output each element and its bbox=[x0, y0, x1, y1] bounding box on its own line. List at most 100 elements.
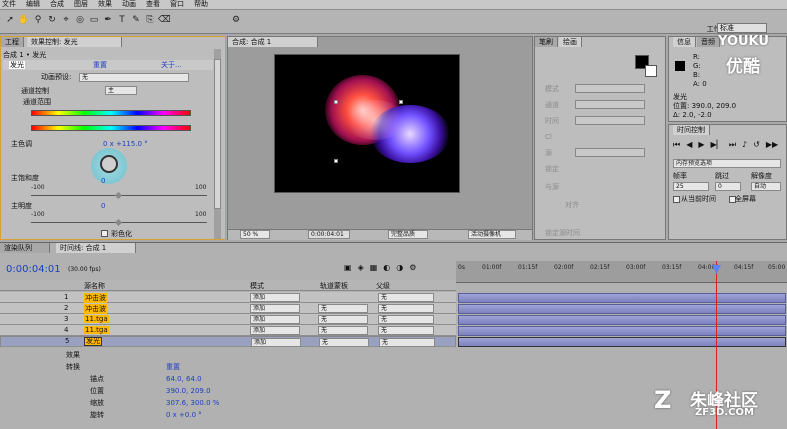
eraser-tool-icon[interactable]: ⌫ bbox=[158, 14, 171, 26]
background-color-swatch[interactable] bbox=[645, 65, 657, 77]
frame-blend-icon[interactable]: ◐ bbox=[383, 263, 390, 272]
prop-scale-value[interactable]: 307.6, 300.0 % bbox=[166, 399, 219, 407]
paint-duration-select[interactable] bbox=[575, 116, 645, 125]
last-frame-icon[interactable]: ⏭ bbox=[729, 140, 736, 150]
bounds-handle-tc[interactable] bbox=[399, 100, 403, 104]
layer-row[interactable]: 4 11.tga 添加 无 无 bbox=[0, 325, 456, 336]
layer-name[interactable]: 11.tga bbox=[84, 326, 109, 334]
camera-tool-icon[interactable]: ⌖ bbox=[60, 14, 72, 26]
motion-blur-icon[interactable]: ◑ bbox=[396, 263, 403, 272]
lightness-value[interactable]: 0 bbox=[101, 202, 105, 210]
rotate-tool-icon[interactable]: ↻ bbox=[46, 14, 58, 26]
prop-rotation-value[interactable]: 0 x +0.0 ° bbox=[166, 411, 202, 419]
pan-behind-tool-icon[interactable]: ◎ bbox=[74, 14, 86, 26]
menu-window[interactable]: 窗口 bbox=[170, 0, 184, 9]
prop-transform[interactable]: 转换 bbox=[66, 363, 80, 371]
layer-parent-select[interactable]: 无 bbox=[378, 304, 434, 313]
ram-preview-icon[interactable]: ▶▶ bbox=[766, 140, 778, 150]
layer-row[interactable]: 3 11.tga 添加 无 无 bbox=[0, 314, 456, 325]
tab-time-control[interactable]: 时间控制 bbox=[673, 125, 710, 135]
ram-preview-select[interactable]: 内存预览选项 bbox=[673, 159, 781, 168]
layer-mode-select[interactable]: 添加 bbox=[250, 315, 300, 324]
zoom-select[interactable]: 50 % bbox=[240, 230, 270, 239]
prop-anchor-value[interactable]: 64.0, 64.0 bbox=[166, 375, 202, 383]
pen-tool-icon[interactable]: ✒ bbox=[102, 14, 114, 26]
selection-tool-icon[interactable]: ➚ bbox=[4, 14, 16, 26]
effect-name[interactable]: 发光 bbox=[9, 61, 25, 69]
resolution-select[interactable]: 自动 bbox=[751, 182, 781, 191]
bounds-handle-tl[interactable] bbox=[334, 100, 338, 104]
menu-composition[interactable]: 合成 bbox=[50, 0, 64, 9]
about-link[interactable]: 关于... bbox=[161, 61, 182, 69]
layer-parent-select[interactable]: 无 bbox=[378, 326, 434, 335]
layer-bar-selected[interactable] bbox=[458, 337, 786, 347]
layer-name[interactable]: 冲击波 bbox=[84, 304, 107, 314]
tab-composition[interactable]: 合成: 合成 1 bbox=[228, 37, 318, 47]
tab-paint[interactable]: 绘画 bbox=[559, 37, 582, 47]
layer-row[interactable]: 2 冲击波 添加 无 无 bbox=[0, 303, 456, 314]
layer-parent-select[interactable]: 无 bbox=[379, 338, 435, 347]
layer-mode-select[interactable]: 添加 bbox=[251, 338, 301, 347]
reset-link[interactable]: 重置 bbox=[93, 61, 107, 69]
paint-mode-select[interactable] bbox=[575, 84, 645, 93]
tab-effects-control[interactable]: 效果控制: 发光 bbox=[27, 37, 122, 47]
skip-select[interactable]: 0 bbox=[715, 182, 741, 191]
prev-frame-icon[interactable]: ◀ bbox=[686, 140, 692, 150]
fps-select[interactable]: 25 bbox=[673, 182, 709, 191]
tab-timeline[interactable]: 时间线: 合成 1 bbox=[56, 243, 136, 253]
tab-info[interactable]: 信息 bbox=[673, 37, 696, 47]
lightness-slider-handle[interactable] bbox=[114, 218, 123, 227]
prop-reset[interactable]: 重置 bbox=[166, 363, 180, 371]
hue-value[interactable]: 0 x +115.0 ° bbox=[103, 140, 148, 148]
brush-tool-icon[interactable]: ✎ bbox=[130, 14, 142, 26]
prop-position-value[interactable]: 390.0, 209.0 bbox=[166, 387, 211, 395]
text-tool-icon[interactable]: T bbox=[116, 14, 128, 26]
comp-timecode[interactable]: 0:00:04:01 bbox=[308, 230, 350, 239]
tab-brush[interactable]: 笔刷 bbox=[535, 37, 558, 47]
menu-help[interactable]: 帮助 bbox=[194, 0, 208, 9]
camera-select[interactable]: 活动摄像机 bbox=[468, 230, 516, 239]
layer-mode-select[interactable]: 添加 bbox=[250, 293, 300, 302]
menu-view[interactable]: 查看 bbox=[146, 0, 160, 9]
tab-project[interactable]: 工程 bbox=[1, 37, 24, 47]
layer-bar[interactable] bbox=[458, 304, 786, 314]
layer-row[interactable]: 1 冲击波 添加 无 bbox=[0, 292, 456, 303]
prop-effects[interactable]: 效果 bbox=[66, 351, 80, 359]
zoom-tool-icon[interactable]: ⚲ bbox=[32, 14, 44, 26]
workspace-select[interactable]: 标准 bbox=[717, 23, 767, 33]
first-frame-icon[interactable]: ⏮ bbox=[673, 140, 680, 150]
clone-tool-icon[interactable]: ⎘ bbox=[144, 14, 156, 26]
saturation-slider-handle[interactable] bbox=[114, 191, 123, 200]
layer-row-selected[interactable]: 5 发光 添加 无 无 bbox=[0, 336, 456, 347]
timeline-timecode[interactable]: 0:00:04:01 bbox=[6, 264, 61, 275]
paint-source-select[interactable] bbox=[575, 148, 645, 157]
hue-knob-icon[interactable] bbox=[100, 155, 118, 173]
next-frame-icon[interactable]: ▶▏ bbox=[711, 140, 723, 150]
audio-icon[interactable]: ♪ bbox=[742, 140, 747, 150]
axis-mode-icon[interactable]: ⚙ bbox=[230, 14, 242, 26]
preset-select[interactable]: 无 bbox=[79, 73, 189, 82]
bounds-handle-ml[interactable] bbox=[334, 159, 338, 163]
layer-parent-select[interactable]: 无 bbox=[378, 293, 434, 302]
hand-tool-icon[interactable]: ✋ bbox=[18, 14, 30, 26]
layer-bar[interactable] bbox=[458, 326, 786, 336]
menu-layer[interactable]: 图层 bbox=[74, 0, 88, 9]
layer-bar[interactable] bbox=[458, 315, 786, 325]
layer-trkmat-select[interactable]: 无 bbox=[318, 304, 368, 313]
tab-render-queue[interactable]: 渲染队列 bbox=[0, 243, 50, 253]
tab-audio[interactable]: 音频 bbox=[697, 37, 720, 47]
layer-name[interactable]: 发光 bbox=[84, 337, 102, 346]
menu-file[interactable]: 文件 bbox=[2, 0, 16, 9]
play-icon[interactable]: ▶ bbox=[698, 140, 704, 150]
live-update-icon[interactable]: ◈ bbox=[358, 263, 364, 272]
loop-icon[interactable]: ↺ bbox=[753, 140, 760, 150]
layer-parent-select[interactable]: 无 bbox=[378, 315, 434, 324]
mask-tool-icon[interactable]: ▭ bbox=[88, 14, 100, 26]
colorize-checkbox[interactable] bbox=[101, 230, 108, 237]
menu-edit[interactable]: 编辑 bbox=[26, 0, 40, 9]
effects-scrollbar[interactable] bbox=[214, 49, 221, 239]
layer-trkmat-select[interactable]: 无 bbox=[318, 315, 368, 324]
layer-mode-select[interactable]: 添加 bbox=[250, 304, 300, 313]
brainstorm-icon[interactable]: ⚙ bbox=[409, 263, 416, 272]
layer-name[interactable]: 11.tga bbox=[84, 315, 109, 323]
